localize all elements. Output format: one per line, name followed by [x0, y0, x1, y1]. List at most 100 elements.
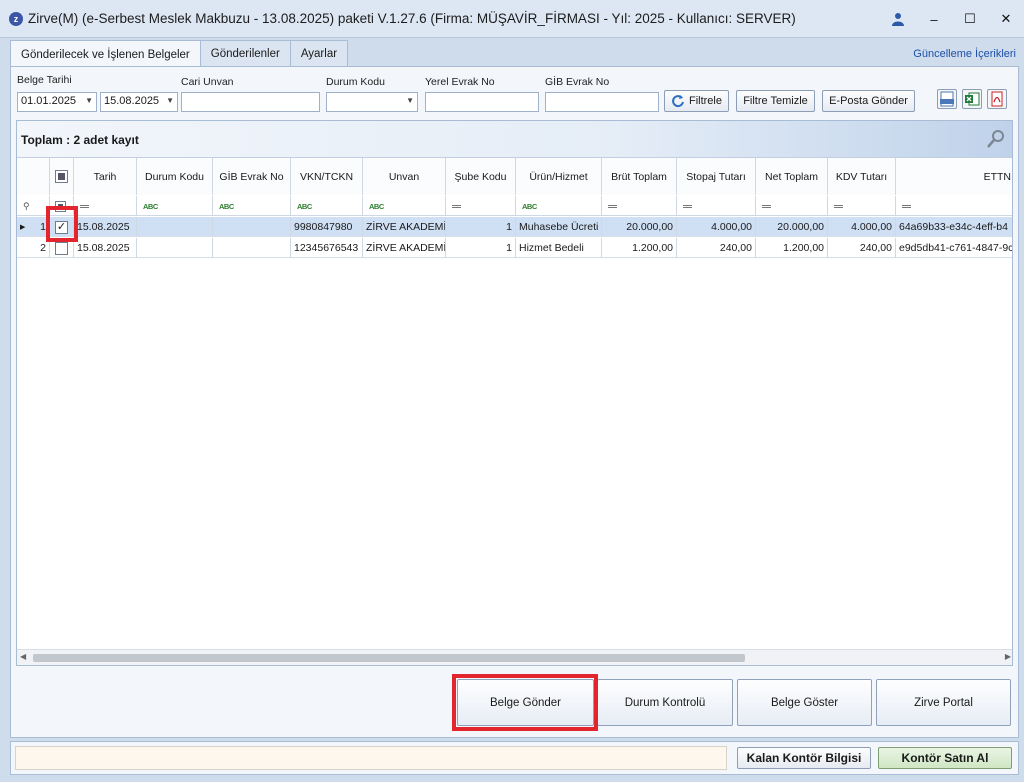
filter-stopaj-tutari[interactable] [677, 196, 756, 216]
col-ettn[interactable]: ETTN [896, 158, 1012, 195]
pdf-export-icon[interactable] [987, 89, 1007, 109]
col-gib-evrak-no[interactable]: GİB Evrak No [213, 158, 291, 195]
checkbox-highlight [46, 206, 78, 242]
chevron-down-icon: ▼ [85, 96, 93, 105]
user-icon[interactable] [880, 0, 916, 38]
header-indicator [17, 158, 50, 195]
cell-unvan: ZİRVE AKADEMİ [363, 238, 446, 258]
cell-durum-kodu [137, 238, 213, 258]
col-durum-kodu[interactable]: Durum Kodu [137, 158, 213, 195]
col-net-toplam[interactable]: Net Toplam [756, 158, 828, 195]
zirve-portal-button[interactable]: Zirve Portal [876, 679, 1011, 726]
col-stopaj-tutari[interactable]: Stopaj Tutarı [677, 158, 756, 195]
cell-kdv-tutari: 4.000,00 [828, 217, 896, 237]
equals-icon [683, 204, 692, 208]
equals-icon [80, 204, 89, 208]
tab-strip: Gönderilecek ve İşlenen Belgeler Gönderi… [10, 40, 349, 68]
cell-unvan: ZİRVE AKADEMİ [363, 217, 446, 237]
filtrele-label: Filtrele [688, 95, 722, 107]
cell-vkn-tckn: 9980847980 [291, 217, 363, 237]
date-to-picker[interactable]: 15.08.2025 ▼ [100, 92, 178, 112]
col-unvan[interactable]: Unvan [363, 158, 446, 195]
cell-urun-hizmet: Hizmet Bedeli [516, 238, 602, 258]
select-all-checkbox[interactable] [50, 158, 74, 195]
cell-net-toplam: 1.200,00 [756, 238, 828, 258]
cell-durum-kodu [137, 217, 213, 237]
yerel-evrak-label: Yerel Evrak No [425, 76, 495, 88]
filter-brut-toplam[interactable] [602, 196, 677, 216]
minimize-button[interactable]: – [916, 0, 952, 38]
text-filter-icon: ABC [522, 201, 537, 211]
record-count: Toplam : 2 adet kayıt [21, 133, 139, 147]
date-from-picker[interactable]: 01.01.2025 ▼ [17, 92, 97, 112]
col-sube-kodu[interactable]: Şube Kodu [446, 158, 516, 195]
text-filter-icon: ABC [219, 201, 234, 211]
equals-icon [902, 204, 911, 208]
filtrele-button[interactable]: Filtrele [664, 90, 729, 112]
cell-urun-hizmet: Muhasebe Ücreti [516, 217, 602, 237]
scrollbar-thumb[interactable] [33, 654, 745, 662]
filter-vkn-tckn[interactable]: ABC [291, 196, 363, 216]
yerel-evrak-input[interactable] [425, 92, 539, 112]
horizontal-scrollbar[interactable]: ◀ ▶ [17, 649, 1012, 665]
status-bar: Kalan Kontör Bilgisi Kontör Satın Al [10, 741, 1019, 775]
scroll-right-icon[interactable]: ▶ [1005, 652, 1011, 661]
col-urun-hizmet[interactable]: Ürün/Hizmet [516, 158, 602, 195]
table-row[interactable]: ▶ 1 ✓ 15.08.2025 9980847980 ZİRVE AKADEM… [17, 217, 1012, 237]
filter-sube-kodu[interactable] [446, 196, 516, 216]
equals-icon [834, 204, 843, 208]
filter-tarih[interactable] [74, 196, 137, 216]
cell-tarih: 15.08.2025 [74, 238, 137, 258]
durum-kontrolu-button[interactable]: Durum Kontrolü [597, 679, 733, 726]
app-logo-icon: z [9, 11, 23, 26]
xml-export-icon[interactable] [937, 89, 957, 109]
gib-evrak-input[interactable] [545, 92, 659, 112]
excel-export-icon[interactable] [962, 89, 982, 109]
eposta-gonder-button[interactable]: E-Posta Gönder [822, 90, 915, 112]
kontor-satin-al-button[interactable]: Kontör Satın Al [878, 747, 1012, 769]
tab-ayarlar[interactable]: Ayarlar [289, 40, 349, 67]
filter-net-toplam[interactable] [756, 196, 828, 216]
row-number: 2 [40, 242, 46, 254]
close-button[interactable]: ✕ [988, 0, 1024, 38]
kalan-kontor-button[interactable]: Kalan Kontör Bilgisi [737, 747, 871, 769]
search-icon[interactable] [986, 129, 1006, 152]
cell-net-toplam: 20.000,00 [756, 217, 828, 237]
col-brut-toplam[interactable]: Brüt Toplam [602, 158, 677, 195]
cell-sube-kodu: 1 [446, 217, 516, 237]
belge-gonder-highlight [452, 674, 598, 731]
filter-gib-evrak-no[interactable]: ABC [213, 196, 291, 216]
status-message-area [15, 746, 727, 770]
cell-sube-kodu: 1 [446, 238, 516, 258]
cell-brut-toplam: 1.200,00 [602, 238, 677, 258]
equals-icon [452, 204, 461, 208]
title-bar: z Zirve(M) (e-Serbest Meslek Makbuzu - 1… [0, 0, 1024, 38]
filter-ettn[interactable] [896, 196, 1012, 216]
filter-kdv-tutari[interactable] [828, 196, 896, 216]
maximize-button[interactable]: ☐ [952, 0, 988, 38]
text-filter-icon: ABC [297, 201, 312, 211]
scroll-left-icon[interactable]: ◀ [20, 652, 26, 661]
update-contents-link[interactable]: Güncelleme İçerikleri [913, 48, 1016, 60]
tab-gonderilenler[interactable]: Gönderilenler [199, 40, 291, 67]
filter-unvan[interactable]: ABC [363, 196, 446, 216]
cari-unvan-input[interactable] [181, 92, 320, 112]
filter-urun-hizmet[interactable]: ABC [516, 196, 602, 216]
checkbox-empty [55, 241, 68, 255]
filtre-temizle-button[interactable]: Filtre Temizle [736, 90, 815, 112]
belge-goster-button[interactable]: Belge Göster [737, 679, 872, 726]
col-vkn-tckn[interactable]: VKN/TCKN [291, 158, 363, 195]
documents-grid: Toplam : 2 adet kayıt Tarih Durum Kodu G… [16, 120, 1013, 666]
col-kdv-tutari[interactable]: KDV Tutarı [828, 158, 896, 195]
row-pointer-icon: ▶ [20, 224, 26, 231]
cell-gib-evrak-no [213, 217, 291, 237]
durum-kodu-select[interactable]: ▼ [326, 92, 418, 112]
table-row[interactable]: 2 15.08.2025 12345676543 ZİRVE AKADEMİ 1… [17, 238, 1012, 258]
date-from-value: 01.01.2025 [21, 95, 77, 107]
cell-brut-toplam: 20.000,00 [602, 217, 677, 237]
cell-tarih: 15.08.2025 [74, 217, 137, 237]
window-controls: – ☐ ✕ [880, 0, 1024, 38]
col-tarih[interactable]: Tarih [74, 158, 137, 195]
tab-gonderilecek[interactable]: Gönderilecek ve İşlenen Belgeler [10, 40, 201, 68]
filter-durum-kodu[interactable]: ABC [137, 196, 213, 216]
